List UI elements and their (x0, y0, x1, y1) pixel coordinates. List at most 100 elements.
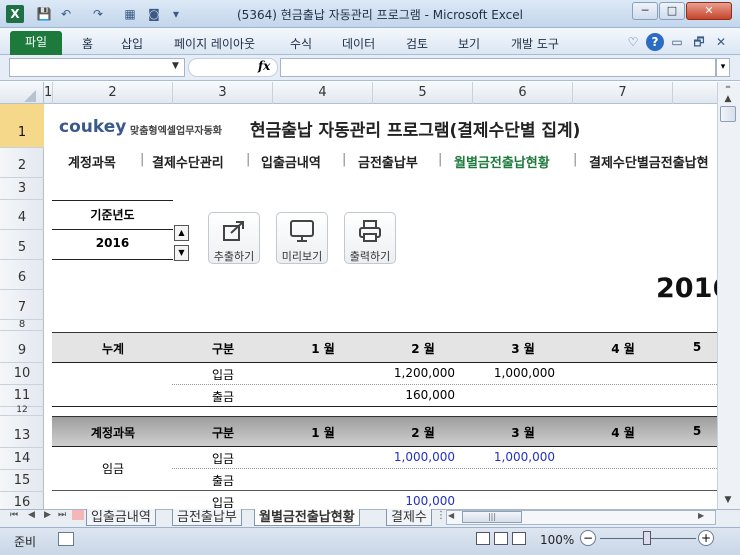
column-header-5[interactable]: 5 (373, 82, 473, 104)
year-spin-up-icon[interactable]: ▲ (174, 225, 189, 241)
summary-cell[interactable]: 1,200,000 (365, 366, 455, 380)
export-button[interactable]: 추출하기 (208, 212, 260, 264)
menu-payment-method-summary[interactable]: 결제수단별금전출납현 (589, 152, 709, 171)
redo-icon[interactable]: ↷ (90, 6, 106, 22)
year-value[interactable]: 2016 (52, 236, 173, 250)
scroll-left-icon[interactable]: ◀ (448, 511, 454, 520)
row-header-2[interactable]: 2 (0, 148, 44, 178)
preview-button[interactable]: 미리보기 (276, 212, 328, 264)
row-header-5[interactable]: 5 (0, 230, 44, 260)
summary-cell[interactable]: 1,000,000 (465, 366, 555, 380)
macro-record-icon[interactable] (58, 532, 74, 546)
name-box-dropdown-icon[interactable]: ▼ (172, 61, 179, 71)
detail-header-type: 구분 (211, 426, 235, 440)
column-header-6[interactable]: 6 (473, 82, 573, 104)
ribbon-minimize-icon[interactable]: ▭ (668, 33, 686, 51)
help-icon[interactable]: ? (646, 33, 664, 51)
page-layout-view-icon[interactable] (494, 532, 508, 545)
qat-camera-icon[interactable]: ◙ (146, 6, 162, 22)
detail-header-feb: 2 월 (411, 426, 435, 440)
row-header-12[interactable]: 12 (0, 406, 44, 416)
row-header-9[interactable]: 9 (0, 331, 44, 363)
select-all-icon (24, 90, 36, 102)
menu-monthly-cash-status[interactable]: 월별금전출납현황 (454, 152, 550, 171)
row-header-8[interactable]: 8 (0, 320, 44, 331)
column-header-2[interactable]: 2 (53, 82, 173, 104)
column-header-3[interactable]: 3 (173, 82, 273, 104)
zoom-in-icon[interactable]: + (698, 530, 714, 546)
page-break-view-icon[interactable] (512, 532, 526, 545)
qat-extra-icon[interactable]: ▦ (122, 6, 138, 22)
row-header-1[interactable]: 1 (0, 104, 44, 148)
zoom-out-icon[interactable]: − (580, 530, 596, 546)
next-sheet-icon[interactable]: ▶ (44, 510, 51, 520)
summary-table-bottom (52, 406, 717, 407)
excel-app-icon[interactable]: X (6, 5, 24, 23)
vertical-scroll-thumb[interactable] (720, 106, 736, 122)
undo-icon[interactable]: ↶ (58, 6, 74, 22)
first-sheet-icon[interactable]: ⏮ (10, 510, 18, 520)
tab-home[interactable]: 홈 (82, 35, 93, 52)
zoom-slider-thumb[interactable] (643, 531, 651, 545)
close-button[interactable]: ✕ (686, 2, 732, 20)
tab-file[interactable]: 파일 (10, 31, 62, 55)
summary-cell[interactable]: 160,000 (365, 388, 455, 402)
year-spin-down-icon[interactable]: ▼ (174, 245, 189, 261)
menu-cash-ledger[interactable]: 금전출납부 (358, 152, 418, 171)
tab-review[interactable]: 검토 (406, 35, 428, 52)
row-header-6[interactable]: 6 (0, 260, 44, 290)
insert-function-icon[interactable]: fx (258, 59, 270, 73)
restore-icon[interactable]: 🗗 (690, 33, 708, 51)
detail-cell[interactable]: 1,000,000 (365, 450, 455, 464)
sheet-tab-monthly-status[interactable]: 월별금전출납현황 (254, 509, 360, 526)
vertical-scrollbar[interactable] (717, 82, 740, 509)
column-header-1[interactable]: 1 (44, 82, 53, 104)
tab-page-layout[interactable]: 페이지 레이아웃 (174, 35, 255, 52)
name-box[interactable] (9, 58, 185, 77)
tab-data[interactable]: 데이터 (342, 35, 375, 52)
sheet-tab-transactions[interactable]: 입출금내역 (86, 509, 156, 526)
prev-sheet-icon[interactable]: ◀ (28, 510, 35, 520)
sheet-tab-cash-ledger[interactable]: 금전출납부 (172, 509, 242, 526)
column-header-4[interactable]: 4 (273, 82, 373, 104)
row-header-7[interactable]: 7 (0, 290, 44, 320)
row-header-13[interactable]: 13 (0, 416, 44, 448)
column-header-7[interactable]: 7 (573, 82, 673, 104)
tab-view[interactable]: 보기 (458, 35, 480, 52)
menu-account[interactable]: 계정과목 (68, 152, 116, 171)
menu-transactions[interactable]: 입출금내역 (261, 152, 321, 171)
tab-formulas[interactable]: 수식 (290, 35, 312, 52)
sheet-tab-payment-summary[interactable]: 결제수 (386, 509, 432, 526)
maximize-button[interactable]: □ (659, 2, 685, 20)
row-header-11[interactable]: 11 (0, 385, 44, 407)
zoom-level[interactable]: 100% (540, 533, 574, 547)
summary-header-may: 5 (692, 340, 702, 354)
row-header-16[interactable]: 16 (0, 492, 44, 510)
save-icon[interactable]: 💾 (36, 6, 52, 22)
minimize-button[interactable]: ─ (632, 2, 658, 20)
scroll-down-icon[interactable]: ▼ (720, 493, 736, 507)
formula-input[interactable] (280, 58, 716, 77)
sheet-grid[interactable]: coukey 맞춤형엑셀업무자동화 현금출납 자동관리 프로그램(결제수단별 집… (45, 105, 717, 509)
horizontal-scroll-thumb[interactable]: ||| (462, 511, 522, 523)
select-all-corner[interactable] (0, 82, 44, 104)
print-button[interactable]: 출력하기 (344, 212, 396, 264)
row-header-15[interactable]: 15 (0, 470, 44, 492)
scroll-up-icon[interactable]: ▲ (720, 92, 736, 106)
heart-icon[interactable]: ♡ (624, 33, 642, 51)
formula-expand-icon[interactable]: ▾ (716, 58, 730, 77)
row-header-14[interactable]: 14 (0, 448, 44, 470)
row-header-3[interactable]: 3 (0, 178, 44, 200)
menu-payment-methods[interactable]: 결제수단관리 (152, 152, 224, 171)
detail-cell[interactable]: 1,000,000 (465, 450, 555, 464)
row-header-10[interactable]: 10 (0, 363, 44, 385)
tab-split-icon[interactable]: ⋮ (436, 510, 446, 521)
workbook-close-icon[interactable]: ✕ (712, 33, 730, 51)
scroll-right-icon[interactable]: ▶ (698, 511, 704, 520)
normal-view-icon[interactable] (476, 532, 490, 545)
detail-cell[interactable]: 100,000 (365, 494, 455, 508)
row-header-4[interactable]: 4 (0, 200, 44, 230)
last-sheet-icon[interactable]: ⏭ (58, 510, 66, 520)
tab-developer[interactable]: 개발 도구 (511, 35, 559, 52)
tab-insert[interactable]: 삽입 (121, 35, 143, 52)
